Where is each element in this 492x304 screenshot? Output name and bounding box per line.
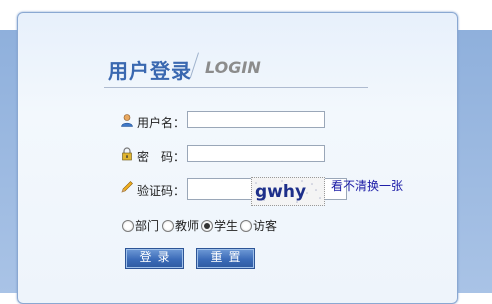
username-label: 用户名：	[137, 116, 186, 130]
reset-button[interactable]: 重置	[196, 248, 255, 269]
role-radio[interactable]	[122, 219, 134, 232]
login-button[interactable]: 登录	[125, 248, 184, 269]
title-underline	[104, 87, 368, 88]
captcha-noise: gwhy	[255, 180, 321, 203]
captcha-text: gwhy	[255, 182, 306, 202]
refresh-captcha-link[interactable]: 看不清换一张	[331, 177, 403, 194]
role-label: 学生	[214, 219, 239, 233]
password-label: 密 码：	[137, 150, 186, 164]
captcha-image[interactable]: gwhy	[251, 177, 325, 206]
password-input[interactable]	[187, 145, 325, 162]
role-option[interactable]: 部门	[122, 217, 159, 234]
pencil-icon	[121, 181, 133, 193]
role-radio[interactable]	[162, 219, 174, 232]
role-radio[interactable]	[201, 219, 213, 232]
user-icon	[121, 114, 133, 127]
role-label: 教师	[175, 219, 200, 233]
username-input[interactable]	[187, 111, 325, 128]
page-subtitle: LOGIN	[205, 58, 261, 77]
page-title: 用户登录	[108, 59, 192, 83]
captcha-label: 验证码：	[137, 184, 186, 198]
role-option[interactable]: 教师	[162, 217, 199, 234]
lock-icon	[122, 147, 132, 161]
role-option[interactable]: 访客	[240, 217, 277, 234]
role-option[interactable]: 学生	[201, 217, 238, 234]
role-label: 部门	[135, 219, 160, 233]
role-label: 访客	[253, 219, 278, 233]
role-radio[interactable]	[240, 219, 252, 232]
